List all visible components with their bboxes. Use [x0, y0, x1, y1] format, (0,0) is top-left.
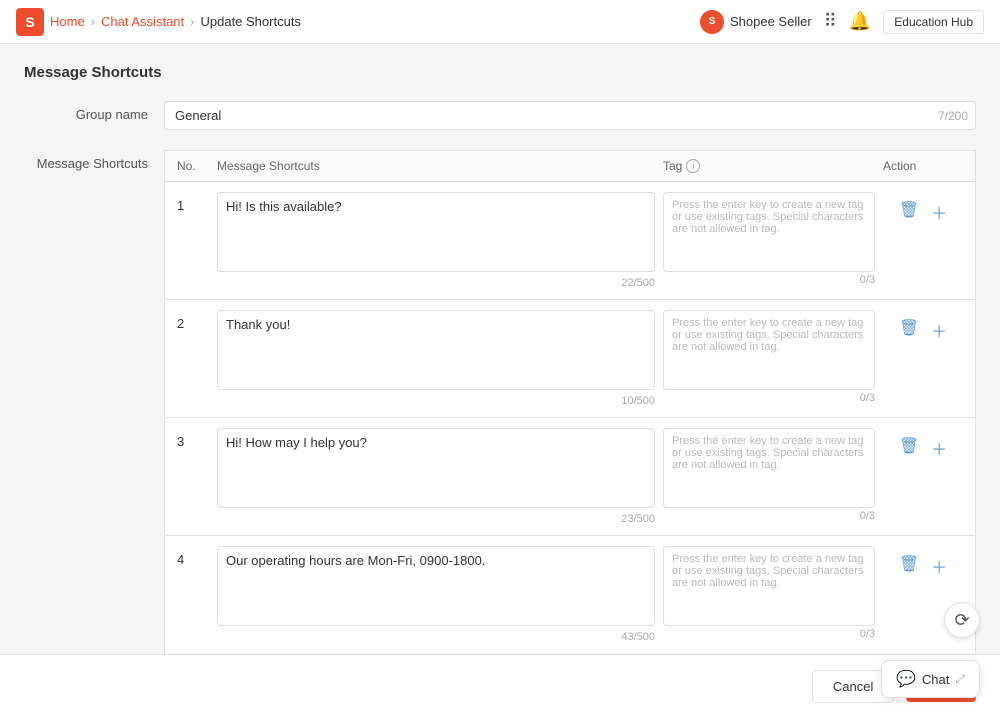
message-char-count-2: 10/500 [217, 395, 655, 407]
breadcrumb: Home › Chat Assistant › Update Shortcuts [50, 14, 301, 29]
row-num-1: 1 [177, 192, 217, 213]
tag-placeholder-4[interactable]: Press the enter key to create a new tag … [663, 546, 875, 626]
breadcrumb-home[interactable]: Home [50, 14, 85, 29]
add-tag-btn-3[interactable]: ＋ [929, 434, 949, 462]
seller-badge: S Shopee Seller [700, 10, 812, 34]
table-row: 2 Thank you! 10/500 Press the enter key … [164, 299, 976, 417]
add-tag-btn-4[interactable]: ＋ [929, 552, 949, 580]
grid-icon[interactable]: ⠿ [824, 11, 837, 32]
breadcrumb-chat-assistant[interactable]: Chat Assistant [101, 14, 184, 29]
tag-char-count-4: 0/3 [663, 628, 875, 640]
group-name-input[interactable] [164, 101, 976, 130]
chat-fab[interactable]: 💬 Chat ⤢ [881, 660, 980, 698]
shopee-logo: S [16, 8, 44, 36]
delete-btn-1[interactable]: 🗑 [897, 198, 921, 222]
tag-placeholder-2[interactable]: Press the enter key to create a new tag … [663, 310, 875, 390]
message-textarea-4[interactable]: Our operating hours are Mon-Fri, 0900-18… [217, 546, 655, 626]
chat-fab-icon: 💬 [896, 669, 916, 689]
group-name-input-wrap: 7/200 [164, 101, 976, 130]
message-textarea-2[interactable]: Thank you! [217, 310, 655, 390]
education-hub-button[interactable]: Education Hub [883, 10, 984, 34]
tag-input-wrap-2: Press the enter key to create a new tag … [663, 310, 883, 404]
action-btns-1: 🗑 ＋ [883, 192, 963, 226]
row-num-4: 4 [177, 546, 217, 567]
tag-char-count-1: 0/3 [663, 274, 875, 286]
tag-placeholder-3[interactable]: Press the enter key to create a new tag … [663, 428, 875, 508]
add-tag-btn-2[interactable]: ＋ [929, 316, 949, 344]
header: S Home › Chat Assistant › Update Shortcu… [0, 0, 1000, 44]
shortcuts-row: Message Shortcuts No. Message Shortcuts … [24, 150, 976, 654]
col-tag: Tag i [663, 159, 883, 173]
col-action: Action [883, 159, 963, 173]
header-right: S Shopee Seller ⠿ 🔔 Education Hub [700, 10, 984, 34]
table-row: 4 Our operating hours are Mon-Fri, 0900-… [164, 535, 976, 653]
expand-icon: ⤢ [955, 672, 965, 687]
delete-btn-4[interactable]: 🗑 [897, 552, 921, 576]
message-textarea-wrap-4: Our operating hours are Mon-Fri, 0900-18… [217, 546, 663, 643]
message-char-count-4: 43/500 [217, 631, 655, 643]
row-num-3: 3 [177, 428, 217, 449]
message-textarea-wrap-1: Hi! Is this available? 22/500 [217, 192, 663, 289]
chat-fab-label: Chat [922, 672, 949, 687]
tag-input-wrap-3: Press the enter key to create a new tag … [663, 428, 883, 522]
action-btns-2: 🗑 ＋ [883, 310, 963, 344]
seller-icon: S [700, 10, 724, 34]
main-content: Message Shortcuts Group name 7/200 Messa… [0, 44, 1000, 654]
table-row: 3 Hi! How may I help you? 23/500 Press t… [164, 417, 976, 535]
tag-info-icon[interactable]: i [686, 159, 700, 173]
delete-btn-3[interactable]: 🗑 [897, 434, 921, 458]
group-name-char-count: 7/200 [938, 109, 968, 123]
breadcrumb-sep-2: › [190, 14, 194, 29]
shortcuts-label: Message Shortcuts [24, 150, 164, 171]
message-char-count-3: 23/500 [217, 513, 655, 525]
message-textarea-wrap-2: Thank you! 10/500 [217, 310, 663, 407]
delete-btn-2[interactable]: 🗑 [897, 316, 921, 340]
action-btns-4: 🗑 ＋ [883, 546, 963, 580]
col-message: Message Shortcuts [217, 159, 663, 173]
tag-char-count-2: 0/3 [663, 392, 875, 404]
table-header: No. Message Shortcuts Tag i Action [164, 150, 976, 181]
seller-name: Shopee Seller [730, 14, 812, 29]
footer: Cancel Save [0, 654, 1000, 718]
col-no: No. [177, 159, 217, 173]
group-name-row: Group name 7/200 [24, 101, 976, 130]
action-btns-3: 🗑 ＋ [883, 428, 963, 462]
message-textarea-wrap-3: Hi! How may I help you? 23/500 [217, 428, 663, 525]
group-name-label: Group name [24, 101, 164, 122]
tag-char-count-3: 0/3 [663, 510, 875, 522]
shortcuts-table: No. Message Shortcuts Tag i Action 1 Hi!… [164, 150, 976, 654]
message-char-count-1: 22/500 [217, 277, 655, 289]
message-textarea-3[interactable]: Hi! How may I help you? [217, 428, 655, 508]
page-title: Message Shortcuts [24, 64, 976, 81]
support-icon[interactable]: ⟳ [944, 602, 980, 638]
tag-input-wrap-4: Press the enter key to create a new tag … [663, 546, 883, 640]
breadcrumb-current: Update Shortcuts [200, 14, 300, 29]
header-left: S Home › Chat Assistant › Update Shortcu… [16, 8, 301, 36]
tag-input-wrap-1: Press the enter key to create a new tag … [663, 192, 883, 286]
bell-icon[interactable]: 🔔 [849, 11, 871, 32]
tag-placeholder-1[interactable]: Press the enter key to create a new tag … [663, 192, 875, 272]
message-textarea-1[interactable]: Hi! Is this available? [217, 192, 655, 272]
row-num-2: 2 [177, 310, 217, 331]
add-tag-btn-1[interactable]: ＋ [929, 198, 949, 226]
table-row: 1 Hi! Is this available? 22/500 Press th… [164, 181, 976, 299]
breadcrumb-sep-1: › [91, 14, 95, 29]
